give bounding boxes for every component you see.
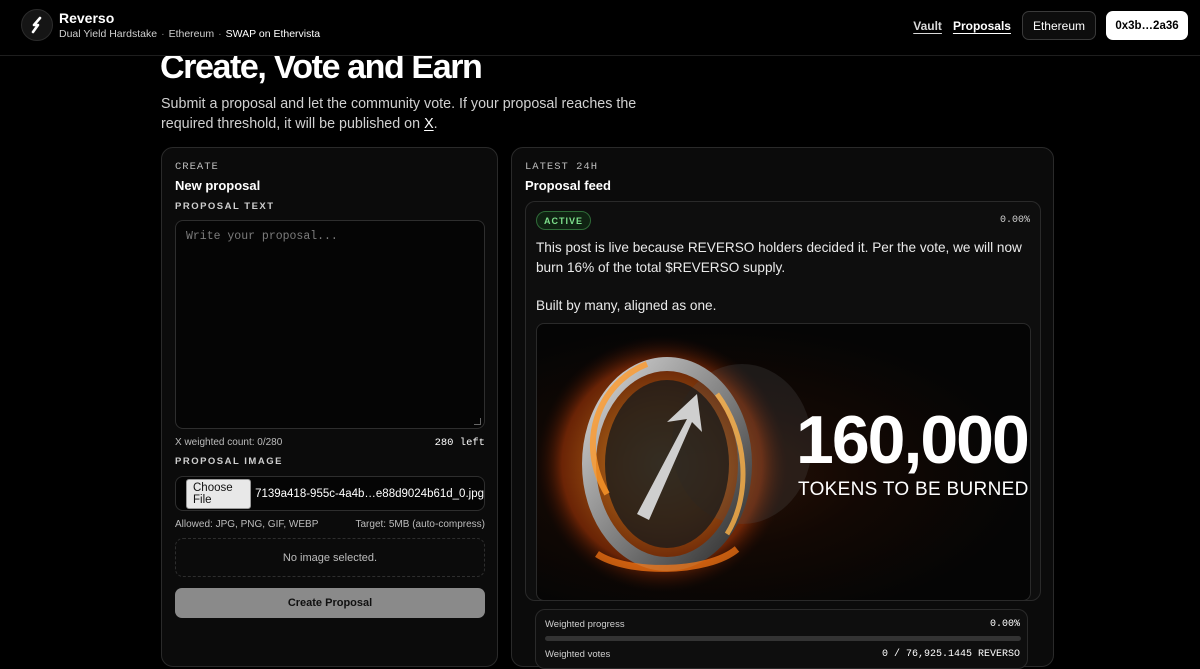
subtitle-text: Submit a proposal and let the community … [161,96,637,132]
char-count-row: X weighted count: 0/280 280 left [175,437,485,449]
breadcrumb-swap: SWAP on Ethervista [225,28,321,41]
allowed-formats: Allowed: JPG, PNG, GIF, WEBP [175,519,319,530]
votes-value: 0 / 76,925.1445 REVERSO [881,649,1020,660]
app-name: Reverso [59,10,115,27]
proposal-text-placeholder: Write your proposal... [186,230,338,243]
breadcrumb: Dual Yield Hardstake · Ethereum · SWAP o… [59,29,320,40]
proposal-text-input[interactable]: Write your proposal... [175,220,485,429]
x-link[interactable]: X [424,116,434,132]
progress-bar [545,636,1021,641]
wallet-button[interactable]: 0x3b…2a36 [1106,11,1188,40]
votes-label: Weighted votes [545,649,611,660]
weighted-progress-panel: Weighted progress 0.00% Weighted votes 0… [535,609,1028,669]
top-nav: Vault Proposals Ethereum 0x3b…2a36 [913,11,1188,40]
target-size: Target: 5MB (auto-compress) [355,519,486,530]
selected-file-name: 7139a418-955c-4a4b…e88d9024b61d_0.jpg [255,487,484,500]
post-body: This post is live because REVERSO holder… [536,238,1032,316]
create-card-title: New proposal [175,178,261,193]
page-subtitle: Submit a proposal and let the community … [161,95,681,134]
image-preview-empty: No image selected. [175,538,485,577]
create-eyebrow: CREATE [175,161,219,173]
weighted-count: X weighted count: 0/280 [175,437,283,448]
proposal-image-input[interactable]: Choose File 7139a418-955c-4a4b…e88d9024b… [175,476,485,511]
proposal-feed-card: LATEST 24H Proposal feed ACTIVE 0.00% Th… [511,147,1054,669]
proposal-text-label: PROPOSAL TEXT [175,201,275,212]
nav-vault-link[interactable]: Vault [913,19,942,33]
burn-caption: TOKENS TO BE BURNED [798,479,1029,500]
reverso-logo-icon [21,9,53,41]
breadcrumb-separator: · [218,28,222,41]
progress-label: Weighted progress [545,619,625,630]
feed-eyebrow: LATEST 24H [525,161,599,173]
subtitle-period: . [433,115,438,132]
create-proposal-button[interactable]: Create Proposal [175,588,485,618]
post-percent: 0.00% [999,215,1030,226]
choose-file-button[interactable]: Choose File [186,478,252,509]
chars-left: 280 left [434,437,485,449]
create-proposal-card: CREATE New proposal PROPOSAL TEXT Write … [161,147,498,667]
burn-amount: 160,000 [796,402,1030,478]
resize-handle-icon[interactable] [474,418,481,425]
breadcrumb-chain: Ethereum [168,28,215,41]
brand[interactable]: Reverso Dual Yield Hardstake · Ethereum … [21,9,320,41]
chain-selector-button[interactable]: Ethereum [1021,11,1096,40]
post-image[interactable]: 160,000 TOKENS TO BE BURNED [536,323,1031,601]
proposal-image-label: PROPOSAL IMAGE [175,456,283,467]
proposal-post[interactable]: ACTIVE 0.00% This post is live because R… [525,201,1041,601]
breadcrumb-separator: · [161,28,165,41]
feed-card-title: Proposal feed [525,178,611,193]
status-badge: ACTIVE [536,211,592,230]
post-paragraph: This post is live because REVERSO holder… [536,240,1022,275]
breadcrumb-product: Dual Yield Hardstake [59,28,158,41]
nav-proposals-link[interactable]: Proposals [953,19,1011,33]
file-constraints: Allowed: JPG, PNG, GIF, WEBP Target: 5MB… [175,519,485,530]
top-bar: Reverso Dual Yield Hardstake · Ethereum … [0,0,1200,56]
post-paragraph: Built by many, aligned as one. [536,298,717,313]
progress-percent: 0.00% [989,619,1020,630]
